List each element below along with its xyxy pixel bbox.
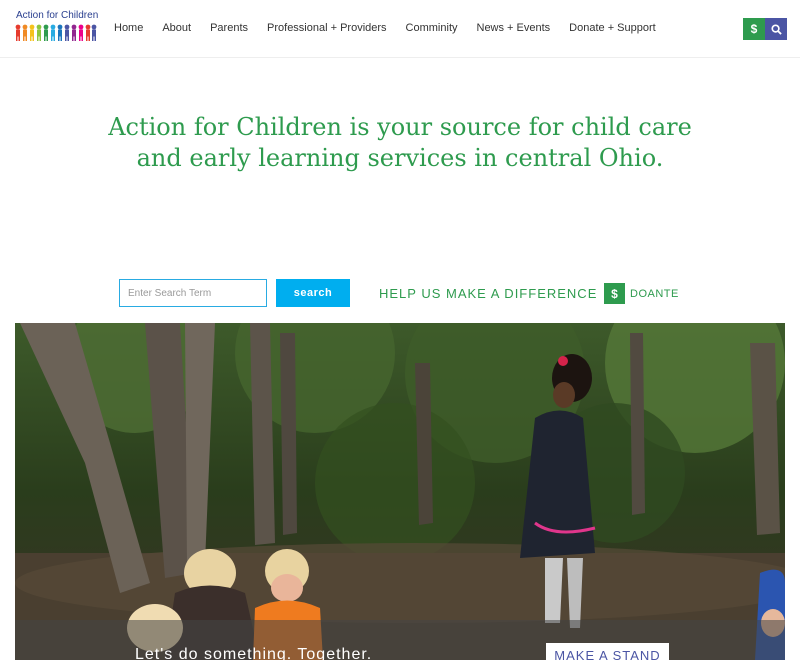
make-a-stand-button[interactable]: MAKE A STAND (546, 643, 669, 660)
search-input[interactable] (119, 279, 267, 307)
nav-community[interactable]: Comminity (406, 22, 458, 34)
site-header: Action for Children Home About Parents P… (0, 0, 800, 58)
forest-children-image (15, 323, 785, 660)
main-nav: Home About Parents Professional + Provid… (114, 22, 675, 34)
hero-photo (15, 323, 785, 660)
search-icon (770, 23, 782, 35)
hero-headline: Action for Children is your source for c… (108, 113, 692, 172)
donate-dollar-icon[interactable]: $ (604, 283, 625, 304)
nav-donate-support[interactable]: Donate + Support (569, 22, 656, 34)
nav-news-events[interactable]: News + Events (477, 22, 551, 34)
logo-children-icon (15, 24, 97, 41)
nav-professional-providers[interactable]: Professional + Providers (267, 22, 387, 34)
nav-parents[interactable]: Parents (210, 22, 248, 34)
donate-link[interactable]: DOANTE (630, 288, 679, 300)
nav-home[interactable]: Home (114, 22, 143, 34)
search-submit-button[interactable]: search (276, 279, 350, 307)
caption-bar (15, 620, 785, 660)
dollar-icon: $ (611, 286, 618, 301)
help-make-difference-text: HELP US MAKE A DIFFERENCE (379, 286, 598, 301)
site-logo[interactable]: Action for Children (14, 10, 98, 44)
header-search-button[interactable] (765, 18, 787, 40)
dollar-icon: $ (750, 22, 758, 36)
nav-about[interactable]: About (162, 22, 191, 34)
header-donate-button[interactable]: $ (743, 18, 765, 40)
logo-text: Action for Children (16, 10, 99, 21)
caption-text: Let's do something. Together. (135, 646, 373, 660)
